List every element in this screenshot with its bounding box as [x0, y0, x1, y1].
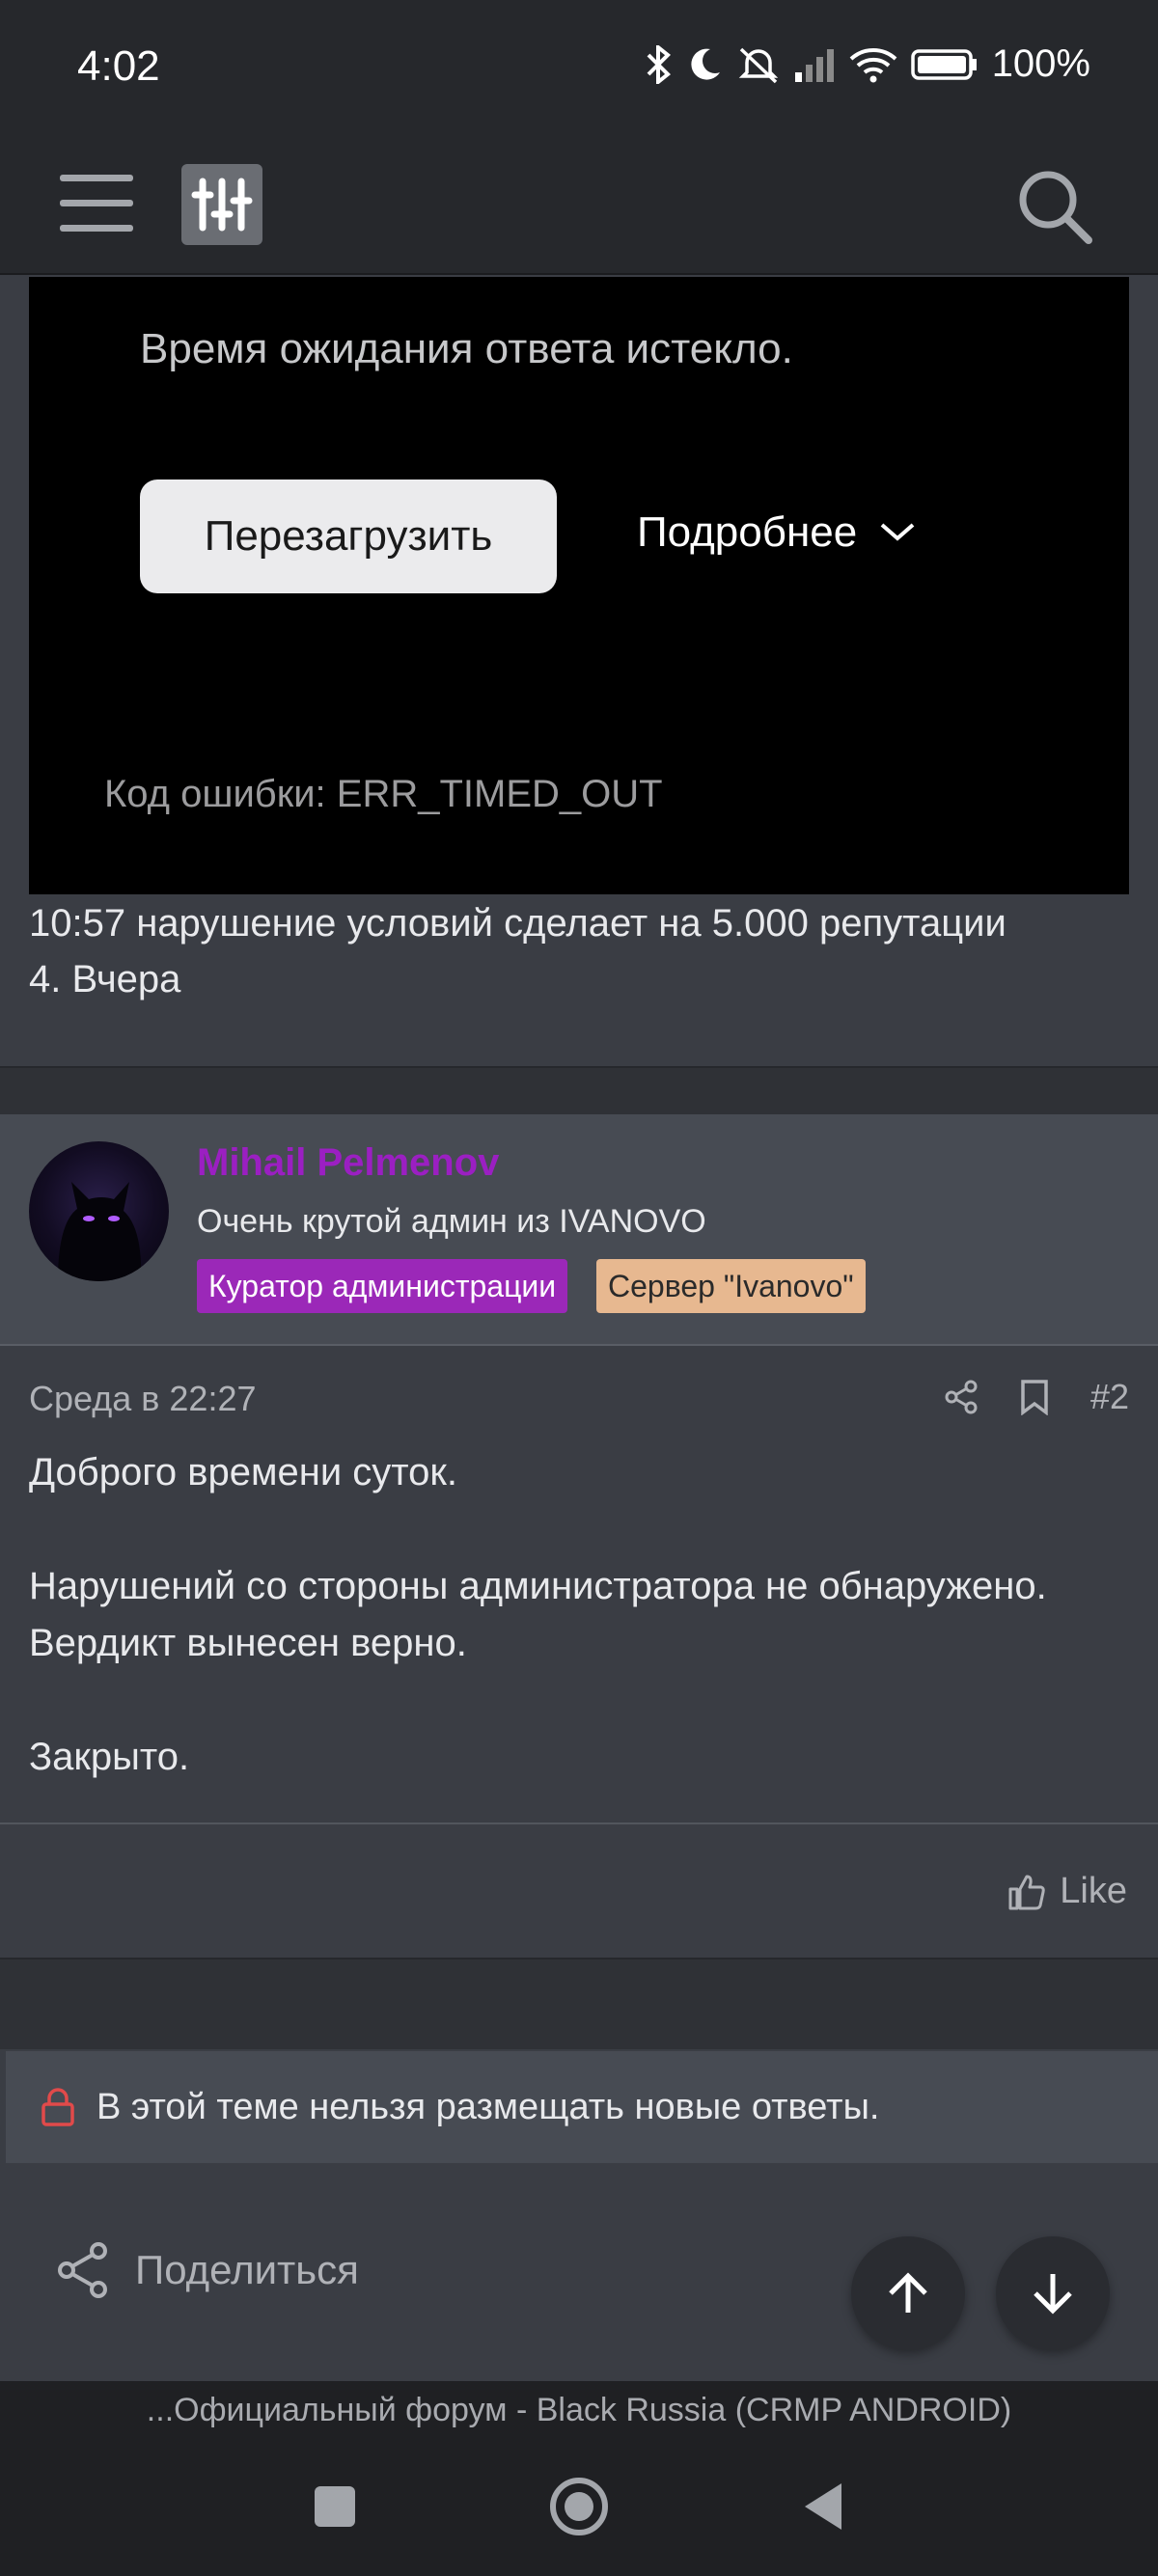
- like-label: Like: [1060, 1871, 1127, 1911]
- server-badge: Сервер "Ivanovo": [596, 1259, 866, 1313]
- locked-notice-text: В этой теме нельзя размещать новые ответ…: [96, 2086, 880, 2127]
- author-title: Очень крутой админ из IVANOVO: [197, 1203, 706, 1240]
- post-paragraph: Доброго времени суток.: [29, 1451, 458, 1494]
- post-body: Доброго времени суток. Нарушений со стор…: [29, 1444, 1129, 1786]
- share-icon[interactable]: [944, 1380, 979, 1414]
- home-button[interactable]: [540, 2468, 618, 2545]
- post-author-header: Mihail Pelmenov Очень крутой админ из IV…: [0, 1114, 1158, 1346]
- post-paragraph: Нарушений со стороны администратора не о…: [29, 1565, 1047, 1607]
- square-icon: [315, 2486, 355, 2527]
- previous-post-line: 4. Вчера: [29, 958, 181, 1000]
- thread-spacer: [0, 1958, 1158, 2049]
- avatar[interactable]: [29, 1141, 169, 1281]
- details-label: Подробнее: [637, 508, 858, 556]
- mute-icon: [738, 47, 778, 83]
- bluetooth-icon: [647, 44, 671, 84]
- locked-notice: В этой теме нельзя размещать новые ответ…: [6, 2051, 1158, 2163]
- filter-icon[interactable]: [181, 164, 262, 245]
- scroll-up-button[interactable]: [851, 2236, 965, 2350]
- role-badge: Куратор администрации: [197, 1259, 568, 1313]
- post-footer: Like: [0, 1822, 1158, 1958]
- search-icon[interactable]: [1011, 163, 1098, 250]
- lock-icon: [41, 2088, 74, 2126]
- wifi-icon: [849, 47, 897, 82]
- previous-post-line: 10:57 нарушение условий сделает на 5.000…: [29, 902, 1006, 945]
- signal-icon: [794, 48, 834, 82]
- reload-button[interactable]: Перезагрузить: [140, 480, 557, 593]
- battery-icon: [910, 48, 977, 80]
- error-code: Код ошибки: ERR_TIMED_OUT: [104, 773, 663, 815]
- back-button[interactable]: [785, 2468, 862, 2545]
- share-label: Поделиться: [135, 2247, 359, 2292]
- post-date[interactable]: Среда в 22:27: [29, 1379, 257, 1419]
- home-circle-icon: [550, 2478, 608, 2535]
- details-button[interactable]: Подробнее: [637, 508, 917, 557]
- post-number[interactable]: #2: [1090, 1377, 1129, 1417]
- system-nav-bar: [0, 2439, 1158, 2576]
- status-time: 4:02: [77, 42, 160, 90]
- share-bar: Поделиться: [0, 2164, 1158, 2381]
- page-title-bar[interactable]: ...Официальный форум - Black Russia (CRM…: [0, 2381, 1158, 2439]
- bookmark-icon[interactable]: [1019, 1379, 1050, 1415]
- thumbs-up-icon: [1008, 1875, 1046, 1909]
- status-icons: 100%: [645, 42, 1090, 86]
- error-message: Время ожидания ответа истекло.: [140, 325, 793, 372]
- moon-icon: [691, 48, 720, 80]
- arrow-up-icon: [889, 2272, 927, 2313]
- scroll-down-button[interactable]: [996, 2236, 1110, 2350]
- menu-icon[interactable]: [60, 175, 133, 238]
- embedded-video-error: Время ожидания ответа истекло. Перезагру…: [29, 277, 1129, 894]
- post: Среда в 22:27 #2 Доброго времени суток. …: [0, 1348, 1158, 1823]
- post-paragraph: Закрыто.: [29, 1736, 190, 1778]
- like-button[interactable]: Like: [1007, 1871, 1127, 1912]
- post-separator: [0, 1066, 1158, 1114]
- recents-button[interactable]: [296, 2468, 373, 2545]
- author-name[interactable]: Mihail Pelmenov: [197, 1141, 499, 1185]
- previous-post-text: 10:57 нарушение условий сделает на 5.000…: [29, 895, 1129, 1007]
- post-paragraph: Вердикт вынесен верно.: [29, 1622, 467, 1664]
- chevron-down-icon: [880, 523, 915, 541]
- app-bar: [0, 140, 1158, 275]
- battery-percent: 100%: [991, 42, 1090, 85]
- share-icon: [58, 2242, 107, 2298]
- status-bar: 4:02 100%: [0, 0, 1158, 140]
- post-actions: #2: [944, 1377, 1129, 1417]
- arrow-down-icon: [1034, 2274, 1072, 2315]
- share-button[interactable]: Поделиться: [56, 2241, 359, 2299]
- back-triangle-icon: [805, 2483, 841, 2530]
